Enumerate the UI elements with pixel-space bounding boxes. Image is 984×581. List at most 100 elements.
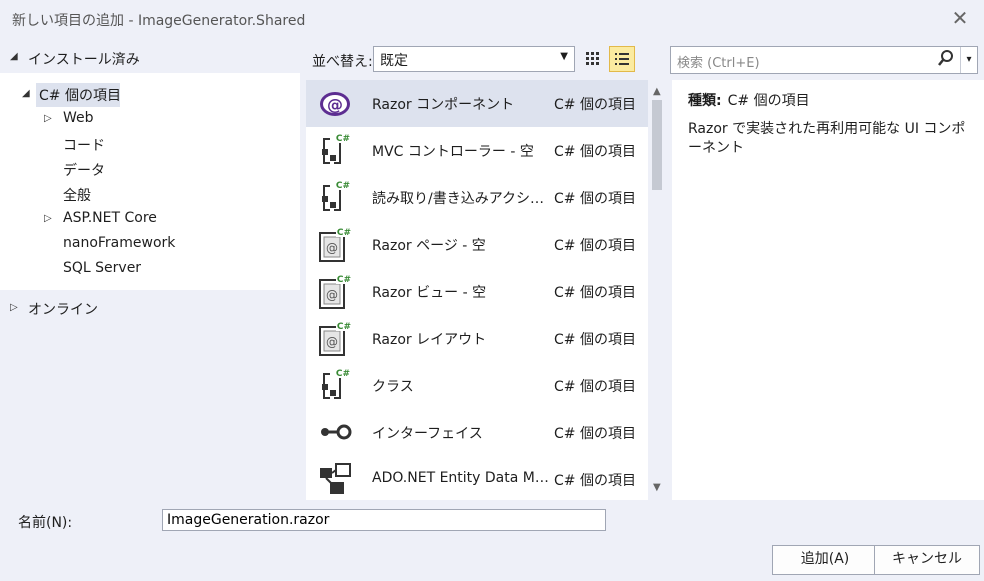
search-input[interactable]: 検索 (Ctrl+E) <box>677 52 760 71</box>
list-item[interactable]: @ C# Razor ビュー - 空 C# 個の項目 <box>306 268 648 315</box>
sort-label: 並べ替え: <box>312 54 373 70</box>
tree-item-label: C# 個の項目 <box>39 88 121 104</box>
template-tree: ◢ C# 個の項目 ▷ Web コード データ 全般 ▷ ASP.NET Cor… <box>0 73 300 290</box>
name-input[interactable] <box>162 509 606 531</box>
template-type: C# 個の項目 <box>554 379 636 395</box>
list-item[interactable]: @ C# Razor ページ - 空 C# 個の項目 <box>306 221 648 268</box>
template-name: MVC コントローラー - 空 <box>372 144 534 160</box>
tree-item-label: ASP.NET Core <box>63 210 157 226</box>
template-name: インターフェイス <box>372 426 483 442</box>
details-description: Razor で実装された再利用可能な UI コンポーネント <box>688 121 966 156</box>
tree-item-sql-server[interactable]: SQL Server <box>63 258 263 282</box>
template-type: C# 個の項目 <box>554 238 636 254</box>
tree-item-label: コード <box>63 138 105 154</box>
template-type: C# 個の項目 <box>554 191 636 207</box>
csharp-class-icon: C# <box>322 368 352 399</box>
list-item[interactable]: C# MVC コントローラー - 空 C# 個の項目 <box>306 127 648 174</box>
list-scrollbar[interactable]: ▲ ▼ <box>648 80 668 500</box>
collapse-arrow-icon[interactable]: ◢ <box>10 51 22 62</box>
svg-text:@: @ <box>326 241 338 255</box>
blazor-icon: @ <box>320 92 350 116</box>
svg-text:@: @ <box>326 335 338 349</box>
csharp-class-icon: C# <box>322 180 352 211</box>
template-type: C# 個の項目 <box>554 426 636 442</box>
title-bar: 新しい項目の追加 - ImageGenerator.Shared ✕ <box>0 0 984 38</box>
tree-online-header[interactable]: ▷ オンライン <box>0 297 300 321</box>
close-button[interactable]: ✕ <box>948 6 972 30</box>
template-name: Razor コンポーネント <box>372 97 515 113</box>
template-type: C# 個の項目 <box>554 97 636 113</box>
tree-item-aspnet-core[interactable]: ▷ ASP.NET Core <box>44 208 244 232</box>
svg-text:C#: C# <box>336 134 350 144</box>
expand-arrow-icon[interactable]: ▷ <box>44 113 56 124</box>
sort-value: 既定 <box>380 53 408 69</box>
details-kind: 種類: C# 個の項目 <box>688 90 810 110</box>
tree-item-nanoframework[interactable]: nanoFramework <box>63 233 263 257</box>
tree-item-label: nanoFramework <box>63 235 176 251</box>
sort-dropdown[interactable]: 既定 ▼ <box>373 46 575 72</box>
tree-item-code[interactable]: コード <box>63 133 263 157</box>
expand-arrow-icon[interactable]: ▷ <box>10 302 22 313</box>
svg-text:C#: C# <box>337 322 351 332</box>
svg-text:@: @ <box>326 288 338 302</box>
cancel-button[interactable]: キャンセル <box>874 545 980 575</box>
details-kind-label: 種類: <box>688 93 722 109</box>
razor-page-icon: @ C# <box>319 274 352 309</box>
search-icon[interactable] <box>937 49 955 69</box>
name-label: 名前(N): <box>18 515 73 531</box>
razor-page-icon: @ C# <box>319 227 352 262</box>
scroll-down-arrow-icon[interactable]: ▼ <box>653 482 661 493</box>
template-name: クラス <box>372 379 414 395</box>
search-options-dropdown[interactable]: ▾ <box>960 47 977 73</box>
chevron-down-icon: ▼ <box>560 51 568 62</box>
template-type: C# 個の項目 <box>554 473 636 489</box>
razor-page-icon: @ C# <box>319 321 352 356</box>
svg-text:C#: C# <box>336 181 350 191</box>
list-item[interactable]: C# クラス C# 個の項目 <box>306 362 648 409</box>
details-kind-value: C# 個の項目 <box>727 93 810 109</box>
interface-icon <box>321 424 352 440</box>
window-title: 新しい項目の追加 - ImageGenerator.Shared <box>12 13 306 29</box>
template-name: ADO.NET Entity Data Model <box>372 470 552 486</box>
tree-item-label: Web <box>63 110 94 126</box>
template-name: Razor レイアウト <box>372 332 487 348</box>
grid-view-button[interactable] <box>580 46 606 72</box>
scroll-up-arrow-icon[interactable]: ▲ <box>653 86 661 97</box>
svg-text:C#: C# <box>336 369 350 379</box>
details-panel: 種類: C# 個の項目 Razor で実装された再利用可能な UI コンポーネント <box>672 80 984 500</box>
template-name: 読み取り/書き込みアクションを含む MVC コントローラー <box>372 191 552 207</box>
svg-text:C#: C# <box>337 228 351 238</box>
csharp-class-icon: C# <box>322 133 352 164</box>
add-button[interactable]: 追加(A) <box>772 545 878 575</box>
template-type: C# 個の項目 <box>554 144 636 160</box>
list-item[interactable]: インターフェイス C# 個の項目 <box>306 409 648 456</box>
template-name: Razor ビュー - 空 <box>372 285 487 301</box>
installed-label: インストール済み <box>28 52 140 68</box>
tree-item-web[interactable]: ▷ Web <box>44 108 244 132</box>
collapse-arrow-icon[interactable]: ◢ <box>22 88 34 99</box>
tree-item-general[interactable]: 全般 <box>63 183 263 207</box>
grid-view-icon <box>586 52 599 65</box>
list-item[interactable]: ADO.NET Entity Data Model C# 個の項目 <box>306 456 648 500</box>
expand-arrow-icon[interactable]: ▷ <box>44 213 56 224</box>
list-view-icon <box>615 53 629 65</box>
template-list: @ Razor コンポーネント C# 個の項目 C# MVC コントローラー -… <box>306 80 648 500</box>
svg-text:@: @ <box>327 95 343 114</box>
search-box[interactable]: 検索 (Ctrl+E) ▾ <box>670 46 978 74</box>
tree-item-csharp[interactable]: ◢ C# 個の項目 <box>22 83 121 107</box>
template-type: C# 個の項目 <box>554 332 636 348</box>
template-name: Razor ページ - 空 <box>372 238 486 254</box>
online-label: オンライン <box>28 302 98 318</box>
list-item[interactable]: C# 読み取り/書き込みアクションを含む MVC コントローラー C# 個の項目 <box>306 174 648 221</box>
list-item[interactable]: @ C# Razor レイアウト C# 個の項目 <box>306 315 648 362</box>
tree-item-label: データ <box>63 163 105 179</box>
tree-item-label: 全般 <box>63 188 91 204</box>
list-view-button[interactable] <box>609 46 635 72</box>
svg-text:C#: C# <box>337 275 351 285</box>
tree-item-label: SQL Server <box>63 260 142 276</box>
template-type: C# 個の項目 <box>554 285 636 301</box>
list-item[interactable]: @ Razor コンポーネント C# 個の項目 <box>306 80 648 127</box>
tree-installed-header[interactable]: ◢ インストール済み <box>0 43 300 73</box>
scrollbar-thumb[interactable] <box>652 100 662 190</box>
tree-item-data[interactable]: データ <box>63 158 263 182</box>
